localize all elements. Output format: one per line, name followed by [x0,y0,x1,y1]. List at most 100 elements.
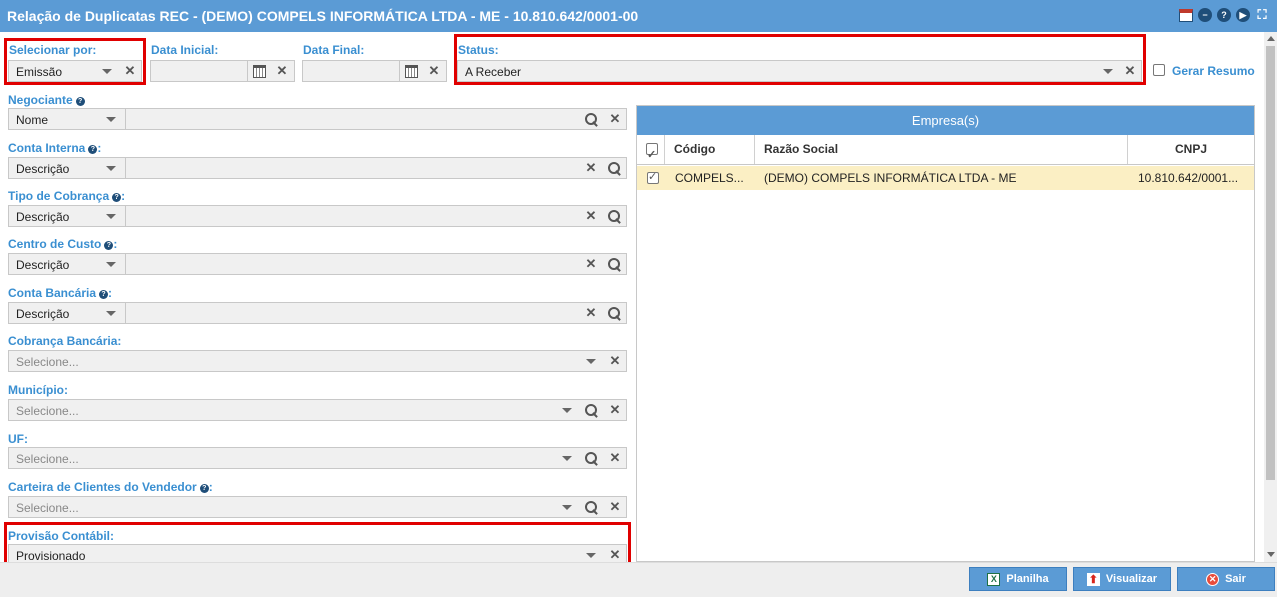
empresas-grid-header: Código Razão Social CNPJ [637,135,1254,170]
planilha-label: Planilha [1006,573,1049,585]
select-all-checkbox[interactable] [646,141,658,170]
scroll-down-icon[interactable] [1267,552,1275,557]
title-bar-icons: − ? ▶ ⛶ [1179,7,1269,22]
visualizar-button[interactable]: ⬆ Visualizar [1073,567,1171,591]
help-icon[interactable]: ? [104,241,114,250]
cobranca-bancaria-label: Cobrança Bancária: [8,334,122,348]
data-final-label: Data Final: [303,43,365,57]
minimize-icon[interactable]: − [1198,8,1212,22]
row-checkbox[interactable] [647,170,659,184]
expand-icon[interactable]: ⛶ [1255,7,1269,22]
search-icon[interactable] [585,452,598,465]
sair-button[interactable]: ✕ Sair [1177,567,1275,591]
search-icon[interactable] [608,307,621,320]
clear-icon[interactable]: ✕ [607,402,623,418]
pdf-icon: ⬆ [1086,572,1100,586]
chevron-down-icon[interactable] [106,311,116,316]
clear-icon[interactable]: ✕ [583,160,599,176]
calendar-icon[interactable] [405,65,418,78]
help-icon[interactable]: ? [112,193,122,202]
clear-icon[interactable]: ✕ [607,353,623,369]
tipo-cobranca-field[interactable]: Descrição ✕ [8,205,627,227]
help-icon[interactable]: ? [88,145,98,154]
conta-interna-select[interactable]: Descrição [16,162,69,176]
help-icon[interactable]: ? [75,97,85,106]
centro-custo-field[interactable]: Descrição ✕ [8,253,627,275]
carteira-select[interactable]: Selecione... ✕ [8,496,627,518]
search-icon[interactable] [585,113,598,126]
window-title: Relação de Duplicatas REC - (DEMO) COMPE… [7,8,639,24]
report-window: Relação de Duplicatas REC - (DEMO) COMPE… [0,0,1277,597]
chevron-down-icon[interactable] [562,505,572,510]
help-icon[interactable]: ? [199,484,209,493]
visualizar-label: Visualizar [1105,573,1158,585]
gerar-resumo-label[interactable]: Gerar Resumo [1172,64,1255,78]
data-inicial-label: Data Inicial: [151,43,219,57]
clear-icon[interactable]: ✕ [583,208,599,224]
search-icon[interactable] [608,258,621,271]
clear-icon[interactable]: ✕ [583,256,599,272]
table-row[interactable]: COMPELS... (DEMO) COMPELS INFORMÁTICA LT… [637,166,1254,190]
scroll-thumb[interactable] [1266,46,1275,480]
search-icon[interactable] [585,404,598,417]
footer-toolbar: X Planilha ⬆ Visualizar ✕ Sair [0,562,1277,597]
cobranca-bancaria-select[interactable]: Selecione... ✕ [8,350,627,372]
chevron-down-icon[interactable] [562,456,572,461]
cell-razao-social: (DEMO) COMPELS INFORMÁTICA LTDA - ME [764,171,1017,185]
gerar-resumo-checkbox[interactable] [1153,64,1165,76]
chevron-down-icon[interactable] [106,117,116,122]
clear-icon[interactable]: ✕ [607,111,623,127]
tipo-cobranca-select[interactable]: Descrição [16,210,69,224]
clear-icon[interactable]: ✕ [583,305,599,321]
chevron-down-icon[interactable] [106,262,116,267]
calendar-icon[interactable] [253,65,266,78]
divider [125,254,126,274]
data-inicial-input[interactable]: ✕ [150,60,295,82]
column-header-razao-social[interactable]: Razão Social [755,135,1128,164]
planilha-button[interactable]: X Planilha [969,567,1067,591]
search-icon[interactable] [585,501,598,514]
vertical-scrollbar[interactable] [1264,32,1277,562]
uf-placeholder: Selecione... [16,452,79,466]
chevron-down-icon[interactable] [562,408,572,413]
tipo-cobranca-label-text: Tipo de Cobrança [8,189,110,203]
cobranca-bancaria-placeholder: Selecione... [16,355,79,369]
data-final-input[interactable]: ✕ [302,60,447,82]
centro-custo-label-text: Centro de Custo [8,237,102,251]
clear-icon[interactable]: ✕ [426,63,442,79]
centro-custo-select[interactable]: Descrição [16,258,69,272]
clear-icon[interactable]: ✕ [274,63,290,79]
conta-bancaria-label: Conta Bancária?: [8,286,113,300]
conta-bancaria-field[interactable]: Descrição ✕ [8,302,627,324]
negociante-field[interactable]: Nome ✕ [8,108,627,130]
divider [247,61,248,81]
highlight-selecionar-por [4,38,146,85]
calendar-icon[interactable] [1179,8,1193,22]
column-header-codigo[interactable]: Código [665,135,755,164]
municipio-select[interactable]: Selecione... ✕ [8,399,627,421]
municipio-label: Município: [8,383,68,397]
uf-select[interactable]: Selecione... ✕ [8,447,627,469]
cell-cnpj: 10.810.642/0001... [1138,171,1239,185]
negociante-select[interactable]: Nome [16,113,48,127]
chevron-down-icon[interactable] [106,214,116,219]
divider [125,206,126,226]
scroll-up-icon[interactable] [1267,36,1275,41]
conta-interna-label: Conta Interna?: [8,141,102,155]
column-header-cnpj[interactable]: CNPJ [1128,135,1254,164]
carteira-label: Carteira de Clientes do Vendedor?: [8,480,213,494]
chevron-down-icon[interactable] [106,166,116,171]
search-icon[interactable] [608,210,621,223]
uf-label: UF: [8,432,28,446]
conta-bancaria-select[interactable]: Descrição [16,307,69,321]
clear-icon[interactable]: ✕ [607,499,623,515]
help-icon[interactable]: ? [1217,8,1231,22]
play-icon[interactable]: ▶ [1236,8,1250,22]
clear-icon[interactable]: ✕ [607,450,623,466]
help-icon[interactable]: ? [99,290,109,299]
conta-interna-field[interactable]: Descrição ✕ [8,157,627,179]
divider [399,61,400,81]
search-icon[interactable] [608,162,621,175]
chevron-down-icon[interactable] [586,359,596,364]
conta-bancaria-label-text: Conta Bancária [8,286,97,300]
